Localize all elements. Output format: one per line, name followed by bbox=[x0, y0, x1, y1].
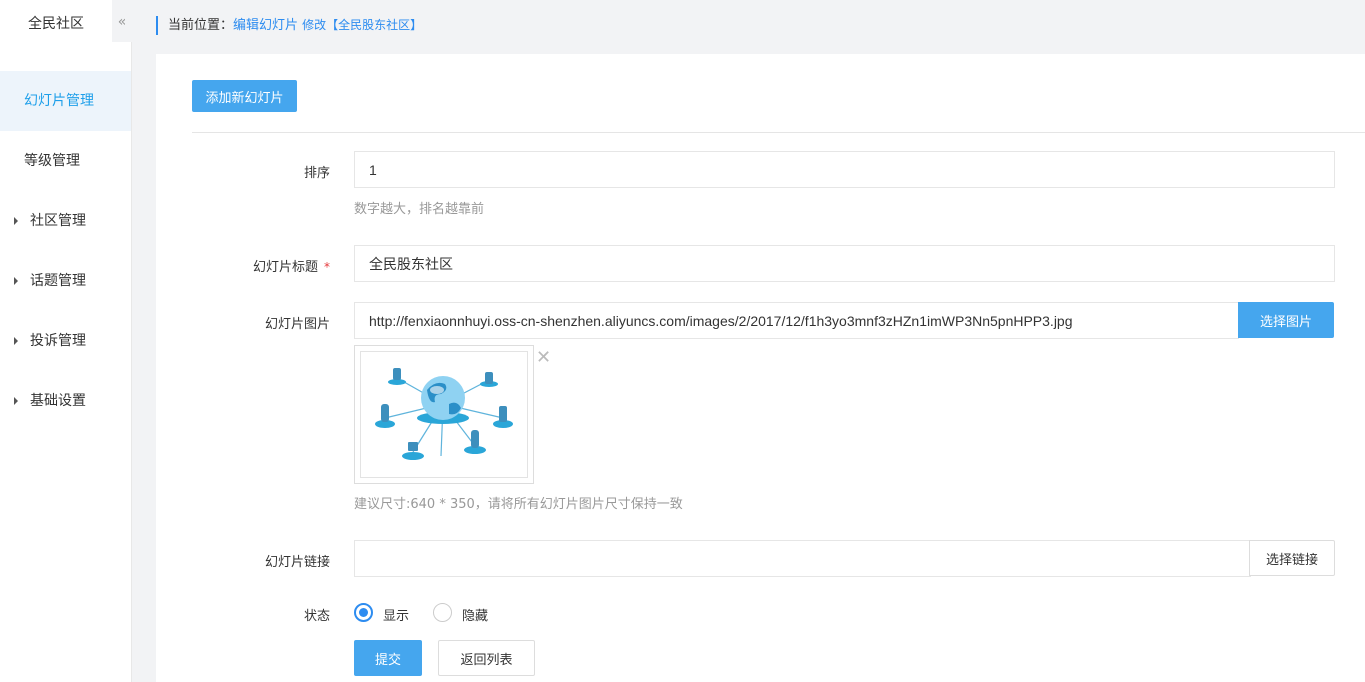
collapse-sidebar-icon[interactable]: « bbox=[112, 0, 132, 42]
sidebar-item-community[interactable]: 社区管理 bbox=[0, 191, 131, 251]
divider bbox=[192, 132, 1365, 133]
breadcrumb-label: 当前位置： bbox=[168, 18, 234, 33]
remove-image-icon[interactable]: ✕ bbox=[536, 347, 551, 368]
sort-help-text: 数字越大，排名越靠前 bbox=[354, 202, 485, 217]
image-label-text: 幻灯片图片 bbox=[264, 317, 330, 332]
title-label: 幻灯片标题 * bbox=[156, 256, 330, 275]
sort-label: 排序 bbox=[156, 162, 330, 181]
caret-right-icon bbox=[14, 397, 18, 405]
caret-right-icon bbox=[14, 277, 18, 285]
sidebar-item-label: 社区管理 bbox=[30, 213, 86, 229]
sidebar: 全民社区 « 幻灯片管理 等级管理 社区管理 话题管理 投诉管理 基础设置 bbox=[0, 0, 132, 682]
choose-image-button[interactable]: 选择图片 bbox=[1238, 302, 1334, 338]
sidebar-item-complaints[interactable]: 投诉管理 bbox=[0, 311, 131, 371]
status-show-label: 显示 bbox=[383, 609, 410, 624]
back-to-list-button[interactable]: 返回列表 bbox=[438, 640, 535, 676]
sidebar-item-levels[interactable]: 等级管理 bbox=[0, 131, 131, 191]
sidebar-item-label: 投诉管理 bbox=[30, 333, 86, 349]
link-label: 幻灯片链接 bbox=[156, 551, 330, 570]
network-globe-image bbox=[375, 368, 513, 460]
status-show-radio[interactable] bbox=[354, 603, 373, 622]
sidebar-item-label: 幻灯片管理 bbox=[24, 93, 94, 109]
status-label: 状态 bbox=[156, 605, 330, 624]
breadcrumb-link[interactable]: 编辑幻灯片 bbox=[233, 18, 298, 33]
main-content: 添加新幻灯片 排序 数字越大，排名越靠前 幻灯片标题 * 幻灯片图片 选择图片 bbox=[156, 54, 1365, 682]
link-label-text: 幻灯片链接 bbox=[264, 555, 330, 570]
caret-right-icon bbox=[14, 337, 18, 345]
status-hide-radio[interactable] bbox=[433, 603, 452, 622]
choose-link-button[interactable]: 选择链接 bbox=[1249, 540, 1335, 576]
image-label: 幻灯片图片 bbox=[156, 313, 330, 332]
status-label-text: 状态 bbox=[303, 609, 330, 624]
sidebar-item-settings[interactable]: 基础设置 bbox=[0, 371, 131, 431]
sidebar-item-topics[interactable]: 话题管理 bbox=[0, 251, 131, 311]
breadcrumb: 当前位置：编辑幻灯片 修改【全民股东社区】 bbox=[156, 16, 422, 35]
top-bar: 当前位置：编辑幻灯片 修改【全民股东社区】 bbox=[132, 0, 1365, 54]
sidebar-item-label: 话题管理 bbox=[30, 273, 86, 289]
sort-label-text: 排序 bbox=[303, 166, 330, 181]
sidebar-item-label: 等级管理 bbox=[24, 153, 80, 169]
sidebar-item-slides[interactable]: 幻灯片管理 bbox=[0, 71, 131, 131]
title-label-text: 幻灯片标题 bbox=[252, 260, 318, 275]
breadcrumb-extra: 修改【全民股东社区】 bbox=[302, 18, 423, 32]
link-input[interactable] bbox=[354, 540, 1251, 577]
image-help-text: 建议尺寸:640 * 350，请将所有幻灯片图片尺寸保持一致 bbox=[354, 497, 683, 512]
required-mark: * bbox=[324, 260, 330, 274]
sort-input[interactable] bbox=[354, 151, 1335, 188]
title-input[interactable] bbox=[354, 245, 1335, 282]
add-slide-button[interactable]: 添加新幻灯片 bbox=[192, 80, 297, 112]
status-hide-label: 隐藏 bbox=[462, 609, 489, 624]
brand-title: 全民社区 bbox=[28, 16, 84, 32]
image-preview bbox=[354, 345, 534, 484]
caret-right-icon bbox=[14, 217, 18, 225]
image-url-input[interactable] bbox=[354, 302, 1239, 339]
sidebar-item-label: 基础设置 bbox=[30, 393, 86, 409]
submit-button[interactable]: 提交 bbox=[354, 640, 422, 676]
content-gutter bbox=[132, 54, 156, 682]
